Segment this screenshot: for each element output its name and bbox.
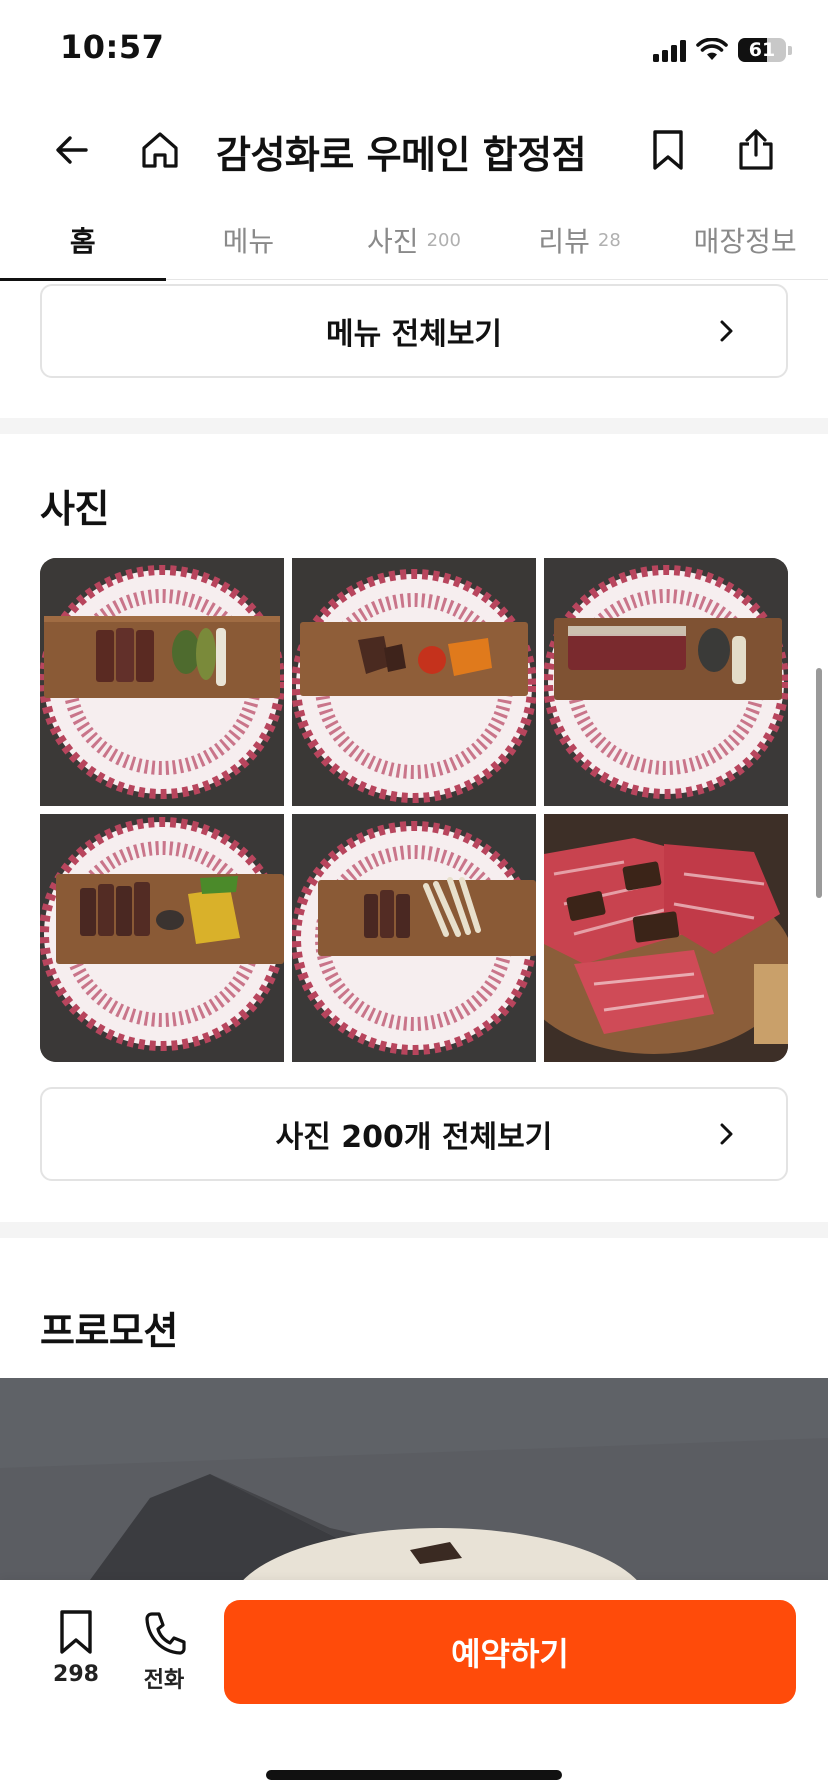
- photo-grid: [40, 558, 788, 1062]
- menu-view-all-label: 메뉴 전체보기: [325, 317, 503, 352]
- call-button[interactable]: 전화: [124, 1608, 204, 1694]
- section-divider: [0, 1222, 828, 1238]
- chevron-right-icon: [720, 1123, 733, 1145]
- tab-label: 리뷰: [538, 225, 590, 258]
- photos-view-all-button[interactable]: 사진 200개 전체보기: [40, 1087, 788, 1181]
- promotion-photo-image: [0, 1378, 828, 1580]
- photos-view-all-label: 사진 200개 전체보기: [275, 1120, 553, 1155]
- food-photo-image: [40, 814, 284, 1062]
- scrollbar[interactable]: [816, 668, 822, 898]
- status-time: 10:57: [60, 28, 165, 66]
- tab-reviews[interactable]: 리뷰 28: [497, 200, 663, 280]
- photo-thumbnail[interactable]: [40, 814, 284, 1062]
- share-button[interactable]: [728, 122, 784, 178]
- battery-cap: [788, 45, 792, 55]
- battery-level: 61: [748, 39, 776, 61]
- photo-thumbnail[interactable]: [544, 814, 788, 1062]
- tab-menu[interactable]: 메뉴: [166, 200, 332, 280]
- section-divider: [0, 418, 828, 434]
- photo-thumbnail[interactable]: [292, 814, 536, 1062]
- home-icon: [142, 132, 178, 168]
- share-icon: [739, 129, 773, 170]
- tab-label: 홈: [69, 225, 96, 258]
- photos-section-title: 사진: [40, 487, 109, 531]
- phone-icon: [145, 1612, 186, 1655]
- food-photo-image: [544, 558, 788, 806]
- bookmark-icon: [60, 1610, 92, 1654]
- tab-bar: 홈 메뉴 사진 200 리뷰 28 매장정보: [0, 200, 828, 281]
- back-button[interactable]: [44, 122, 100, 178]
- bookmark-button[interactable]: [640, 122, 696, 178]
- promotion-section-title: 프로모션: [40, 1309, 178, 1353]
- header: 감성화로 우메인 합정점: [0, 100, 828, 200]
- tab-label: 메뉴: [222, 225, 275, 258]
- home-indicator: [266, 1770, 562, 1780]
- food-photo-image: [292, 814, 536, 1062]
- photo-thumbnail[interactable]: [544, 558, 788, 806]
- status-icons: 61: [653, 36, 792, 64]
- reserve-button-label: 예약하기: [451, 1635, 569, 1673]
- tab-label: 매장정보: [693, 225, 797, 258]
- food-photo-image: [292, 558, 536, 806]
- bottom-action-bar: 298 전화 예약하기: [0, 1580, 828, 1792]
- food-photo-image: [40, 558, 284, 806]
- call-label: 전화: [143, 1668, 185, 1693]
- bookmark-count: 298: [53, 1662, 99, 1687]
- battery-icon: 61: [738, 38, 786, 62]
- tab-count: 28: [597, 229, 621, 251]
- bookmark-icon: [653, 130, 683, 170]
- promotion-image[interactable]: [0, 1378, 828, 1580]
- raw-beef-photo-image: [544, 814, 788, 1062]
- menu-view-all-button[interactable]: 메뉴 전체보기: [40, 284, 788, 378]
- chevron-right-icon: [720, 320, 733, 342]
- tab-count: 200: [426, 229, 461, 251]
- tab-photos[interactable]: 사진 200: [331, 200, 497, 280]
- wifi-icon: [696, 38, 728, 60]
- arrow-left-icon: [56, 136, 88, 164]
- tab-home[interactable]: 홈: [0, 200, 166, 281]
- photo-thumbnail[interactable]: [40, 558, 284, 806]
- status-bar: 10:57 61: [0, 0, 828, 100]
- tab-label: 사진: [367, 225, 419, 258]
- tab-store-info[interactable]: 매장정보: [662, 200, 828, 280]
- cellular-signal-icon: [653, 38, 686, 62]
- page-title: 감성화로 우메인 합정점: [216, 133, 587, 177]
- photo-thumbnail[interactable]: [292, 558, 536, 806]
- restaurant-detail-page: 10:57 61 감성화로 우메인 합정점 홈 메뉴 사진 200 리뷰 28 …: [0, 0, 828, 1792]
- reserve-button[interactable]: 예약하기: [224, 1600, 796, 1704]
- bottom-bookmark-button[interactable]: 298: [36, 1608, 116, 1687]
- home-button[interactable]: [132, 122, 188, 178]
